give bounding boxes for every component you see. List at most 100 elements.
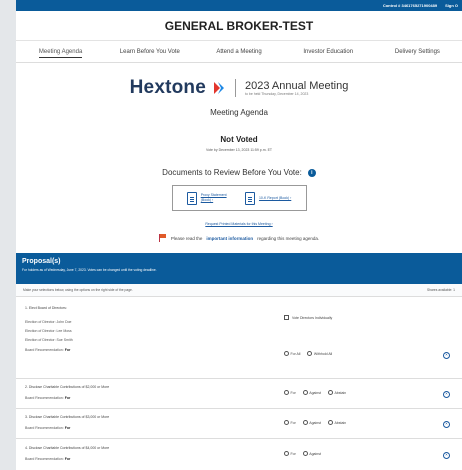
- control-number: Control # 3461765271900489: [382, 3, 438, 8]
- nav-label: Learn Before You Vote: [119, 48, 180, 55]
- radio-label: Against: [309, 451, 321, 456]
- brand-divider: [235, 79, 236, 97]
- nav-label: Meeting Agenda: [38, 48, 83, 58]
- radio-label: Abstain: [334, 390, 347, 395]
- vote-individually-checkbox[interactable]: Vote Directors Individually: [284, 315, 332, 320]
- document-icon: [186, 191, 197, 205]
- radio-against[interactable]: Against: [302, 420, 321, 425]
- meeting-title: 2023 Annual Meeting: [245, 80, 349, 92]
- important-notice: Please read the important information re…: [16, 234, 462, 242]
- nav-label: Delivery Settings: [394, 48, 440, 55]
- proposals-instructions: Make your selections below, using the op…: [23, 288, 133, 292]
- radio-label: Abstain: [334, 420, 347, 425]
- radio-against[interactable]: Against: [302, 390, 321, 395]
- radio-for[interactable]: For: [284, 420, 296, 425]
- nav-investor-education[interactable]: Investor Education: [284, 43, 373, 61]
- documents-title: Documents to Review Before You Vote:: [162, 168, 302, 177]
- proposal-row: 4. Disclose Charitable Contributions of …: [16, 439, 462, 470]
- board-recommendation: Board Recommendation: For: [25, 348, 73, 352]
- meeting-date: to be held Thursday, December 14, 2023: [245, 92, 309, 96]
- shares-available: Shares available: 1: [427, 288, 455, 292]
- radio-abstain[interactable]: Abstain: [327, 390, 347, 395]
- director-item: Election of Director: Sue Smith: [25, 338, 73, 342]
- proposals-subtitle: For holders as of Wednesday, June 7, 202…: [22, 268, 157, 272]
- board-recommendation: Board Recommendation: For: [25, 396, 109, 400]
- radio-label: Against: [309, 420, 321, 425]
- radio-label: For: [290, 451, 296, 456]
- meeting-header: Hextone 2023 Annual Meeting to be held T…: [16, 63, 462, 242]
- vote-deadline: Vote by December 13, 2023 11:59 p.m. ET: [205, 148, 273, 152]
- clear-selection-icon[interactable]: ×: [443, 421, 450, 428]
- radio-withhold-all[interactable]: Withhold All: [307, 351, 332, 356]
- proposal-row: 1. Elect Board of Directors: Election of…: [16, 297, 462, 379]
- nav-attend-meeting[interactable]: Attend a Meeting: [194, 43, 283, 61]
- company-brand: Hextone 2023 Annual Meeting to be held T…: [16, 77, 462, 99]
- clear-selection-icon[interactable]: ×: [443, 452, 450, 459]
- main-nav: Meeting Agenda Learn Before You Vote Att…: [16, 41, 462, 63]
- vote-options: For Against Abstain: [284, 390, 346, 395]
- rec-label: Board Recommendation:: [25, 457, 64, 461]
- nav-label: Attend a Meeting: [216, 48, 262, 55]
- documents-box: Proxy Statement (Book) › 10-K Report (Bo…: [171, 185, 307, 211]
- nav-delivery-settings[interactable]: Delivery Settings: [373, 43, 462, 61]
- page: Control # 3461765271900489 Sign O GENERA…: [0, 0, 462, 470]
- meeting-title-block: 2023 Annual Meeting to be held Thursday,…: [245, 80, 348, 96]
- shares-label: Shares available:: [426, 288, 453, 292]
- proposals-title: Proposal(s): [22, 258, 61, 265]
- radio-for-all[interactable]: For All: [284, 351, 300, 356]
- notice-prefix: Please read the: [170, 235, 203, 241]
- proposals-instructions-bar: Make your selections below, using the op…: [16, 284, 462, 297]
- checkbox-box: [284, 315, 289, 320]
- company-logo-mark-icon: [214, 82, 224, 94]
- radio-for[interactable]: For: [284, 390, 296, 395]
- rec-label: Board Recommendation:: [25, 348, 64, 352]
- rec-value: For: [64, 457, 71, 461]
- proposal-title: 2. Disclose Charitable Contributions of …: [25, 385, 110, 389]
- nav-label: Investor Education: [303, 48, 354, 55]
- radio-label: For: [290, 390, 296, 395]
- radio-abstain[interactable]: Abstain: [327, 420, 347, 425]
- vote-status: Not Voted: [220, 135, 258, 144]
- sign-out-link[interactable]: Sign O: [445, 3, 458, 8]
- shares-value: 1: [453, 288, 455, 292]
- radio-label: For: [290, 420, 296, 425]
- rec-value: For: [64, 348, 71, 352]
- top-bar: Control # 3461765271900489 Sign O: [16, 0, 462, 11]
- flag-icon: [158, 234, 167, 242]
- vote-options: For All Withhold All: [284, 351, 332, 356]
- doc-link-line1: 10-K Report (Book) ›: [258, 195, 292, 200]
- rec-label: Board Recommendation:: [25, 426, 64, 430]
- radio-label: Against: [309, 390, 321, 395]
- proxy-statement-link[interactable]: Proxy Statement (Book) ›: [186, 191, 227, 205]
- request-printed-materials-link[interactable]: Request Printed Materials for this Meeti…: [16, 222, 462, 226]
- rec-value: For: [64, 396, 71, 400]
- documents-heading: Documents to Review Before You Vote: i: [16, 168, 462, 177]
- radio-label: Withhold All: [313, 351, 333, 356]
- proposal-row: 2. Disclose Charitable Contributions of …: [16, 379, 462, 409]
- doc-link-line2: (Book) ›: [200, 198, 214, 202]
- nav-meeting-agenda[interactable]: Meeting Agenda: [16, 43, 105, 61]
- clear-selection-icon[interactable]: ×: [443, 352, 450, 359]
- radio-against[interactable]: Against: [302, 451, 321, 456]
- main-content: Control # 3461765271900489 Sign O GENERA…: [16, 0, 462, 470]
- info-icon[interactable]: i: [307, 168, 316, 177]
- clear-selection-icon[interactable]: ×: [443, 391, 450, 398]
- director-item: Election of Director: Lee Moss: [25, 329, 72, 333]
- proposal-title: 3. Disclose Charitable Contributions of …: [25, 415, 110, 419]
- rec-label: Board Recommendation:: [25, 396, 64, 400]
- checkbox-label: Vote Directors Individually: [292, 315, 333, 320]
- proposal-title: 1. Elect Board of Directors:: [25, 306, 67, 310]
- important-information-link[interactable]: important information: [206, 236, 253, 241]
- 10k-report-link[interactable]: 10-K Report (Book) ›: [244, 191, 292, 205]
- vote-options: For Against: [284, 451, 321, 456]
- board-recommendation: Board Recommendation: For: [25, 457, 109, 461]
- left-gutter: [0, 0, 16, 470]
- company-logo-text: Hextone: [129, 77, 206, 98]
- board-recommendation: Board Recommendation: For: [25, 426, 109, 430]
- radio-for[interactable]: For: [284, 451, 296, 456]
- nav-learn-before-you-vote[interactable]: Learn Before You Vote: [105, 43, 194, 61]
- proposals-header: Proposal(s) For holders as of Wednesday,…: [16, 253, 462, 284]
- proposal-row: 3. Disclose Charitable Contributions of …: [16, 409, 462, 439]
- proposal-title: 4. Disclose Charitable Contributions of …: [25, 446, 110, 450]
- broker-title: GENERAL BROKER-TEST: [16, 11, 462, 41]
